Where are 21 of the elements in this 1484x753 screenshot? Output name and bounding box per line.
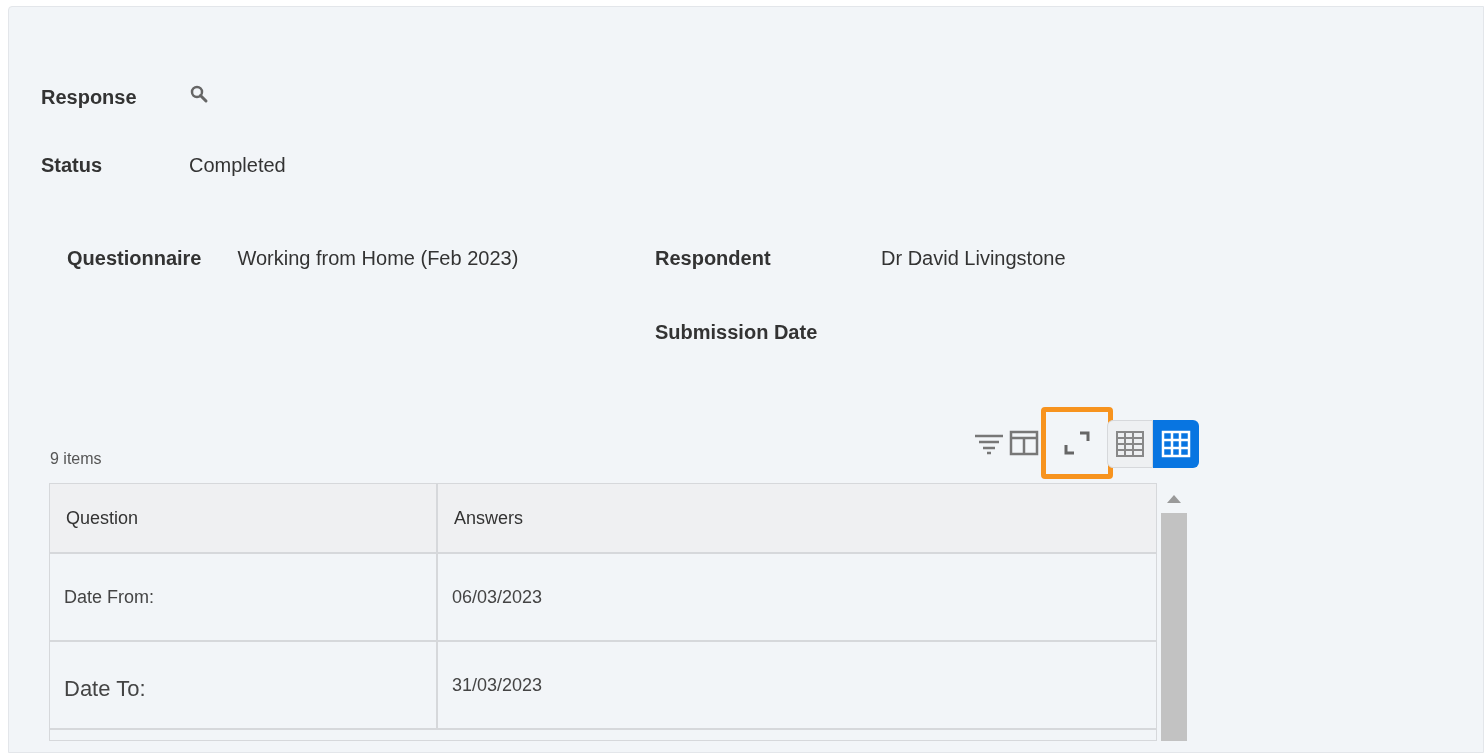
item-count: 9 items [50,449,102,469]
scroll-thumb[interactable] [1161,513,1187,741]
dense-view-toggle[interactable] [1107,420,1153,468]
scroll-up-icon[interactable] [1167,495,1181,503]
field-label: Response [41,85,138,110]
table-cell-text: 06/03/2023 [451,585,544,609]
field-label: Respondent [655,246,772,271]
grid-icon [1161,430,1191,458]
grid-view-toggle[interactable] [1153,420,1199,468]
table-cell: Date To: [50,642,438,728]
table-cell: Date From: [50,554,438,640]
field-label: Questionnaire [67,246,202,271]
field-label: Submission Date [655,320,819,345]
table-cell-text: 31/03/2023 [451,673,544,697]
field-label: Status [41,153,104,178]
column-header[interactable]: Answers [438,484,1156,552]
field-value: Working from Home (Feb 2023) [237,246,519,271]
field-value: Completed [189,153,286,178]
field-value: Dr David Livingstone [881,246,1066,271]
column-header[interactable]: Question [50,484,438,552]
table-icon [1115,430,1145,458]
